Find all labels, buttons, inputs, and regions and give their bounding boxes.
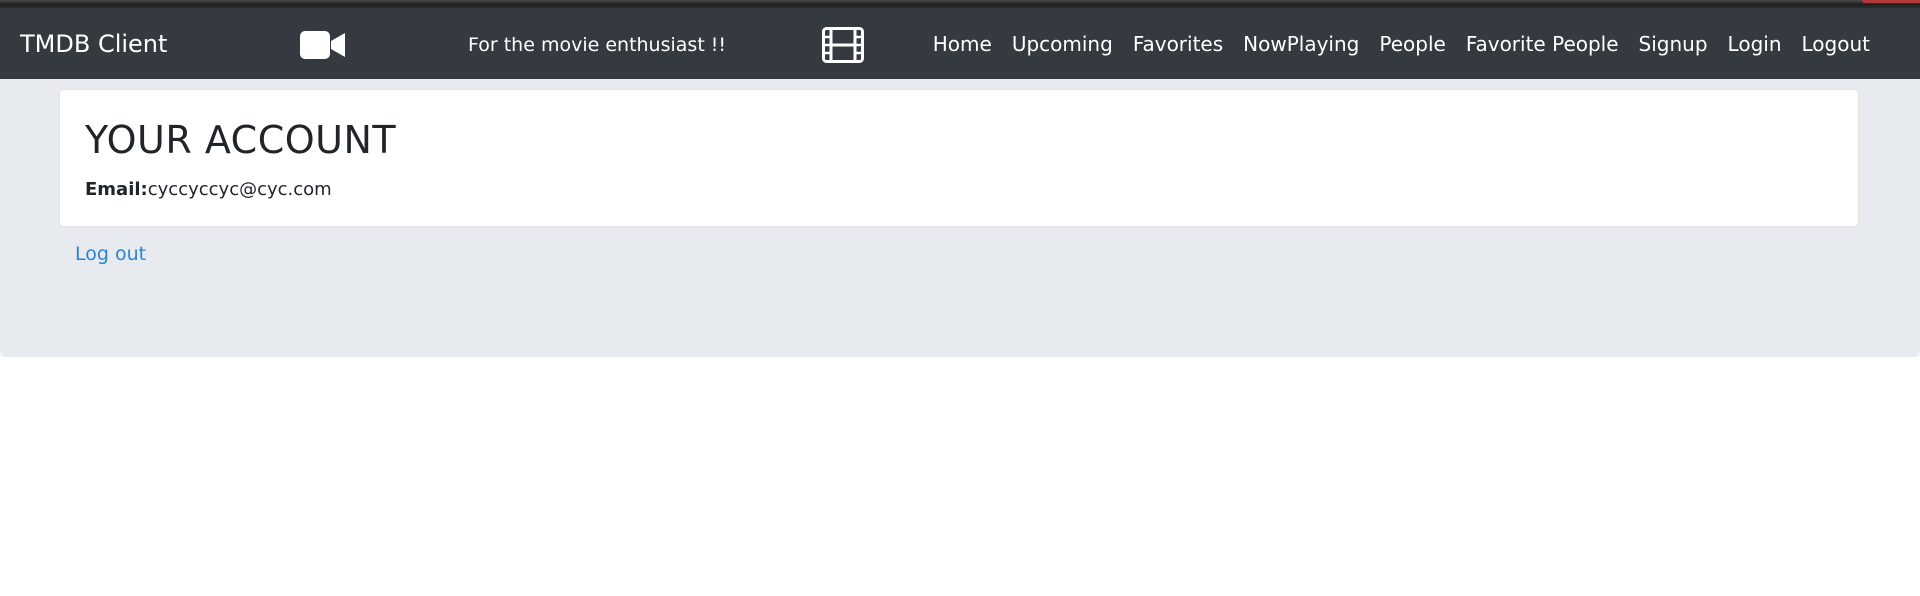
brand-link[interactable]: TMDB Client — [20, 30, 167, 58]
nav-link-signup[interactable]: Signup — [1639, 31, 1708, 57]
nav-link-logout[interactable]: Logout — [1802, 31, 1870, 57]
nav-links: Home Upcoming Favorites NowPlaying Peopl… — [933, 31, 1870, 57]
nav-link-upcoming[interactable]: Upcoming — [1012, 31, 1113, 57]
page-title: YOUR ACCOUNT — [85, 118, 397, 162]
browser-top-strip — [0, 0, 1920, 8]
nav-link-home[interactable]: Home — [933, 31, 992, 57]
logout-link[interactable]: Log out — [75, 242, 146, 266]
email-label: Email: — [85, 179, 148, 200]
nav-link-login[interactable]: Login — [1728, 31, 1782, 57]
tagline: For the movie enthusiast !! — [468, 34, 727, 56]
account-card: YOUR ACCOUNT Email:cyccyccyc@cyc.com — [59, 89, 1859, 227]
film-strip-icon — [822, 27, 864, 63]
email-row: Email:cyccyccyc@cyc.com — [85, 178, 332, 202]
account-panel: YOUR ACCOUNT Email:cyccyccyc@cyc.com Log… — [0, 79, 1920, 357]
navbar: TMDB Client For the movie enthusiast !! … — [0, 8, 1920, 79]
browser-top-accent — [1862, 0, 1920, 3]
nav-link-favorites[interactable]: Favorites — [1133, 31, 1223, 57]
nav-link-nowplaying[interactable]: NowPlaying — [1243, 31, 1359, 57]
nav-link-people[interactable]: People — [1379, 31, 1445, 57]
nav-link-favorite-people[interactable]: Favorite People — [1466, 31, 1619, 57]
video-camera-icon — [300, 31, 345, 59]
email-value: cyccyccyc@cyc.com — [147, 179, 332, 200]
